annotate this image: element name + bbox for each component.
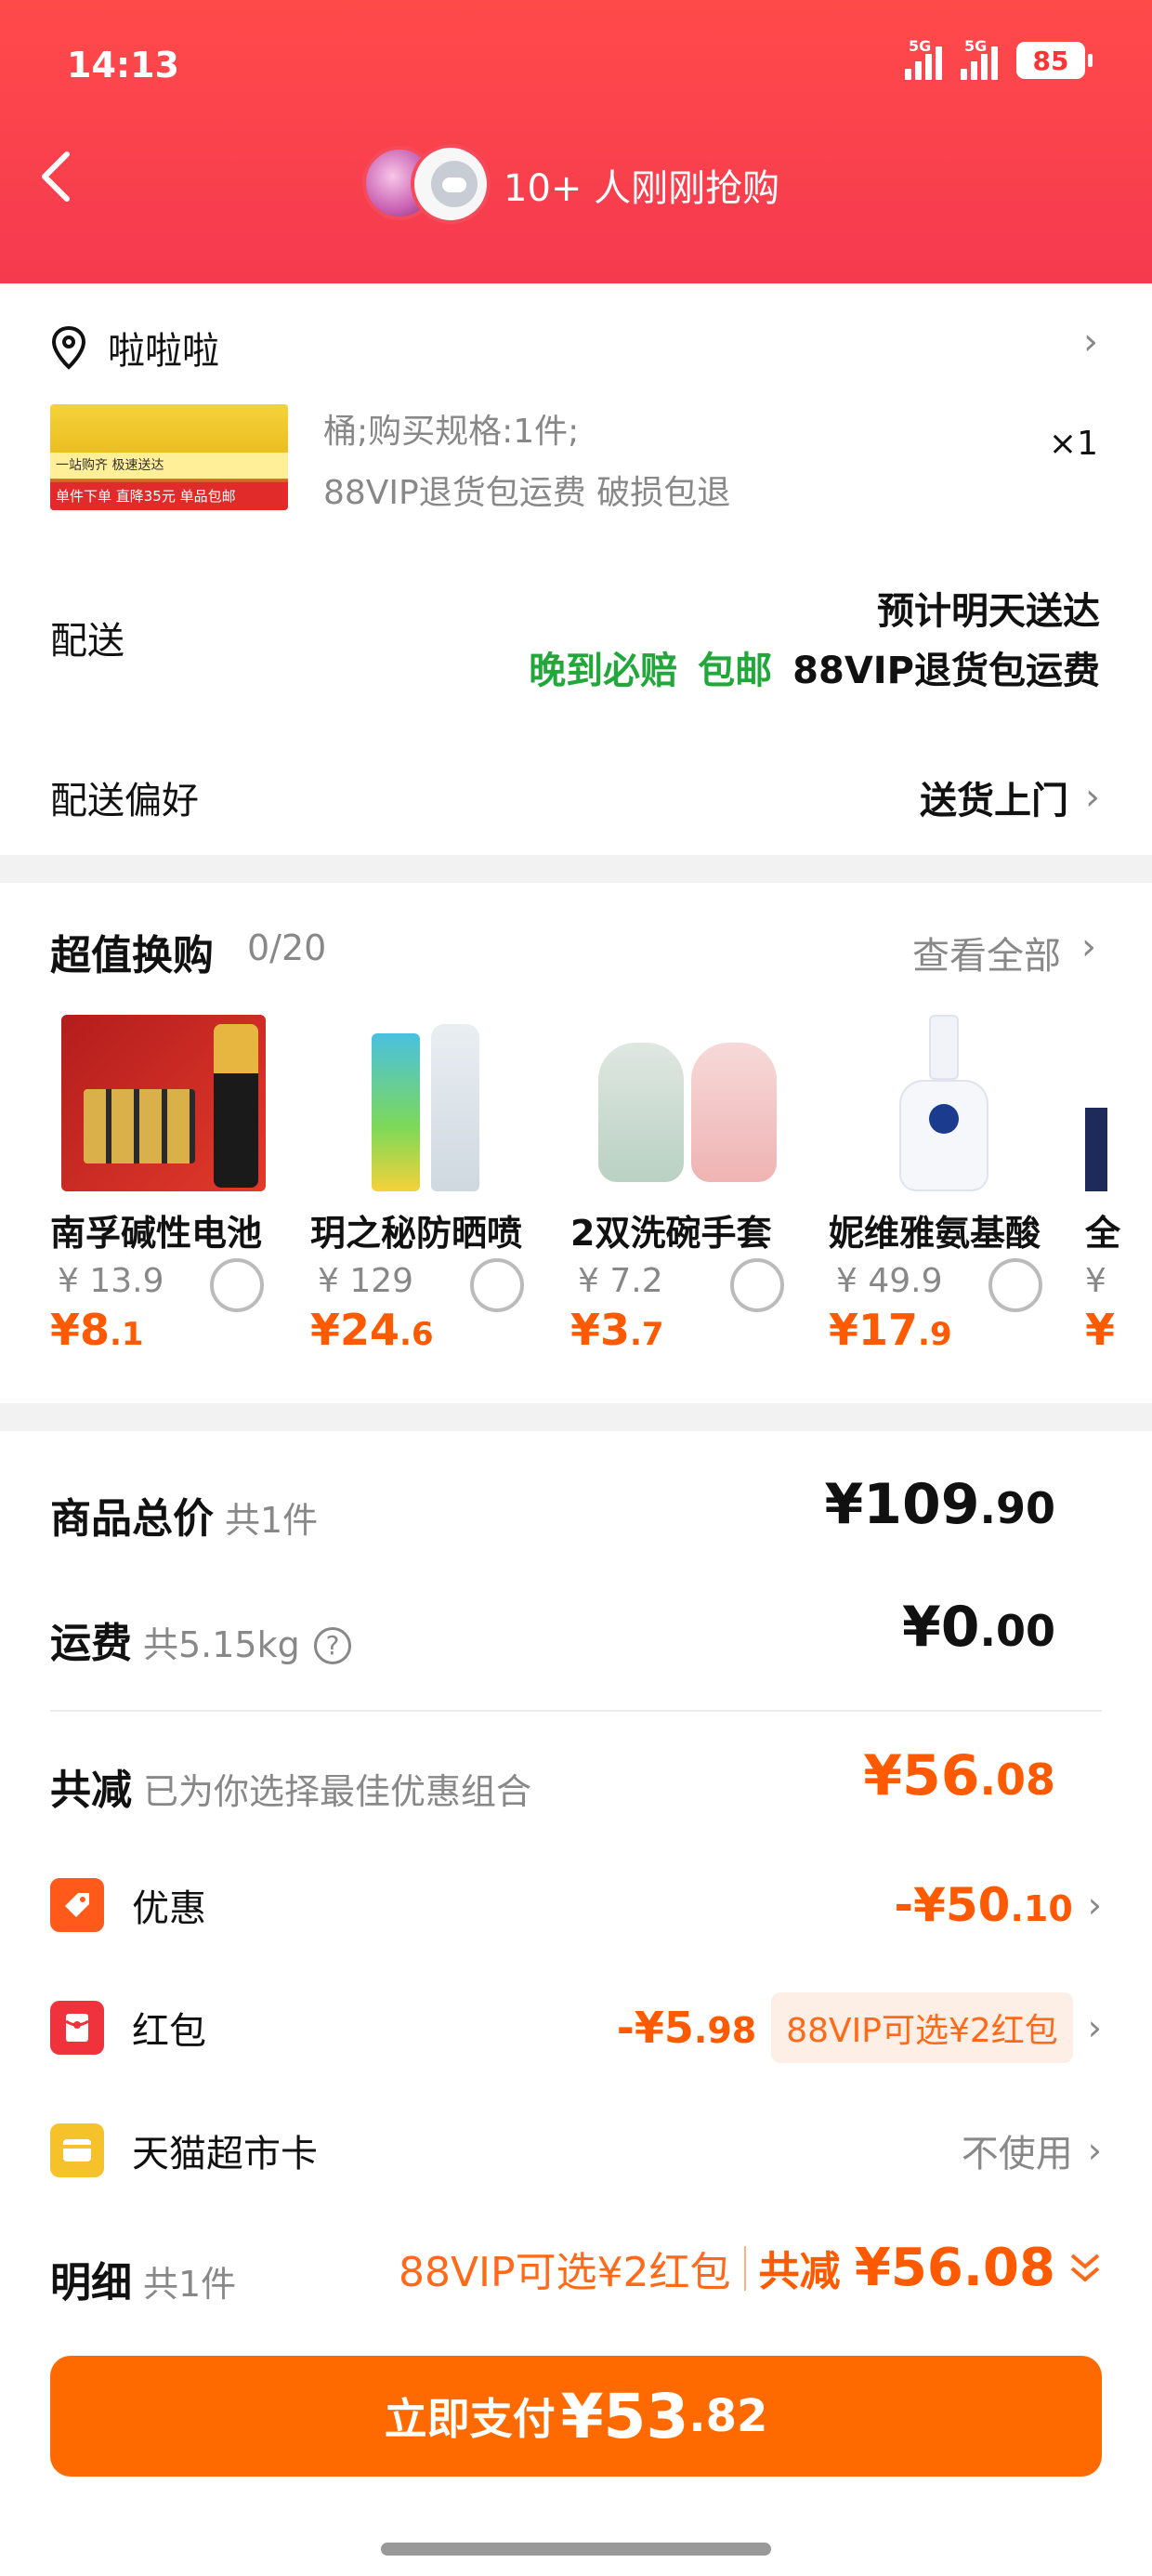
chevron-right-icon: › xyxy=(1087,1885,1102,1925)
select-radio[interactable] xyxy=(730,1258,784,1312)
product-thumbnail[interactable]: 一站购齐 极速送达 单件下单 直降35元 单品包邮 xyxy=(50,404,288,510)
shipping-amount: ¥0.00 xyxy=(902,1595,1055,1660)
exchange-section: 超值换购 0/20 查看全部 › 南孚碱性电池 ¥ 13.9 ¥8.1 玥之秘防… xyxy=(0,883,1152,1403)
home-indicator[interactable] xyxy=(381,2543,771,2556)
status-time: 14:13 xyxy=(67,45,179,85)
page-title: 10+ 人刚刚抢购 xyxy=(504,167,780,210)
card-value: 不使用 xyxy=(961,2133,1073,2175)
delivery-eta: 预计明天送达 xyxy=(877,590,1100,633)
tag-icon xyxy=(50,1878,104,1932)
select-radio[interactable] xyxy=(470,1258,524,1312)
chevron-right-icon: › xyxy=(1081,926,1096,968)
delivery-pref-value[interactable]: 送货上门 › xyxy=(920,770,1100,824)
order-info-card: 啦啦啦 › 一站购齐 极速送达 单件下单 直降35元 单品包邮 桶;购买规格:1… xyxy=(0,283,1152,855)
chevron-right-icon: › xyxy=(1087,2130,1102,2171)
redpack-amount: -¥5.98 xyxy=(616,2003,757,2053)
vip-redpack-pill[interactable]: 88VIP可选¥2红包 xyxy=(771,1992,1073,2063)
reduction-label: 共减 已为你选择最佳优惠组合 xyxy=(50,1767,532,1814)
exchange-title: 超值换购 xyxy=(50,932,214,979)
battery-product-image xyxy=(61,1015,266,1191)
exchange-list: 南孚碱性电池 ¥ 13.9 ¥8.1 玥之秘防晒喷 ¥ 129 ¥24.6 2双… xyxy=(50,1015,1152,1349)
list-item[interactable]: 2双洗碗手套 ¥ 7.2 ¥3.7 xyxy=(570,1015,823,1349)
exchange-count: 0/20 xyxy=(247,927,327,968)
free-shipping-tag: 包邮 xyxy=(698,650,773,692)
chevron-right-icon[interactable]: › xyxy=(1083,321,1098,363)
promo-amount: -¥50.10 xyxy=(894,1878,1073,1932)
signal-icon: 5G xyxy=(905,37,942,80)
divider xyxy=(50,1710,1102,1712)
delivery-tags: 晚到必赔 包邮 88VIP退货包运费 xyxy=(529,640,1100,694)
avatar xyxy=(411,144,491,224)
totals-card: 商品总价 共1件 ¥109.90 运费 共5.15kg ? ¥0.00 共减 已为你选… xyxy=(0,1431,1152,2576)
buyer-avatars xyxy=(362,144,492,224)
reduction-amount: ¥56.08 xyxy=(863,1743,1055,1808)
location-pin-icon xyxy=(51,325,86,370)
redpack-row[interactable]: 红包 -¥5.98 88VIP可选¥2红包 › xyxy=(50,1991,1102,2065)
chevron-right-icon: › xyxy=(1085,776,1100,819)
detail-label[interactable]: 明细 共1件 xyxy=(50,2249,236,2308)
vip-return-tag: 88VIP退货包运费 xyxy=(792,650,1100,692)
delivery-pref-label: 配送偏好 xyxy=(50,780,199,822)
chevron-right-icon: › xyxy=(1087,2007,1102,2048)
supermarket-card-row[interactable]: 天猫超市卡 不使用 › xyxy=(50,2113,1102,2188)
late-compensation-tag: 晚到必赔 xyxy=(529,650,678,692)
card-icon xyxy=(50,2123,104,2177)
select-radio[interactable] xyxy=(988,1258,1042,1312)
red-envelope-icon xyxy=(50,2001,104,2055)
product-quantity: ×1 xyxy=(1048,425,1098,463)
list-item[interactable]: 南孚碱性电池 ¥ 13.9 ¥8.1 xyxy=(50,1015,303,1349)
signal-icon: 5G xyxy=(961,37,998,80)
delivery-label: 配送 xyxy=(50,620,124,663)
goods-total-amount: ¥109.90 xyxy=(824,1472,1056,1537)
product-spec: 桶;购买规格:1件; xyxy=(323,413,580,451)
sunscreen-product-image xyxy=(321,1015,526,1191)
battery-icon: 85 xyxy=(1016,42,1093,79)
detail-summary[interactable]: 88VIP可选¥2红包 共减 ¥56.08 xyxy=(399,2238,1102,2298)
status-icons: 5G 5G 85 xyxy=(905,37,1093,80)
product-tags: 88VIP退货包运费 破损包退 xyxy=(323,474,731,512)
list-item[interactable]: 全 ¥ ¥ xyxy=(1085,1015,1152,1349)
back-icon[interactable] xyxy=(37,149,93,214)
list-item[interactable]: 妮维雅氨基酸 ¥ 49.9 ¥17.9 xyxy=(829,1015,1081,1349)
list-item[interactable]: 玥之秘防晒喷 ¥ 129 ¥24.6 xyxy=(310,1015,563,1349)
gloves-product-image xyxy=(582,1015,786,1191)
pay-now-button[interactable]: 立即支付 ¥53 .82 xyxy=(50,2356,1102,2477)
goods-total-label: 商品总价 共1件 xyxy=(50,1495,319,1543)
order-header: 14:13 5G 5G 85 10+ 人刚刚抢购 xyxy=(0,0,1152,283)
promo-row[interactable]: 优惠 -¥50.10 › xyxy=(50,1868,1102,1942)
double-chevron-down-icon xyxy=(1070,2253,1100,2282)
shipping-label: 运费 共5.15kg ? xyxy=(50,1610,352,1669)
cleanser-product-image xyxy=(840,1015,1044,1191)
select-radio[interactable] xyxy=(210,1258,264,1312)
product-image xyxy=(1085,1108,1107,1191)
address-name: 啦啦啦 xyxy=(108,330,219,373)
view-all-link[interactable]: 查看全部 › xyxy=(912,926,1096,979)
address-row[interactable]: 啦啦啦 xyxy=(50,321,219,375)
help-icon[interactable]: ? xyxy=(314,1627,352,1664)
